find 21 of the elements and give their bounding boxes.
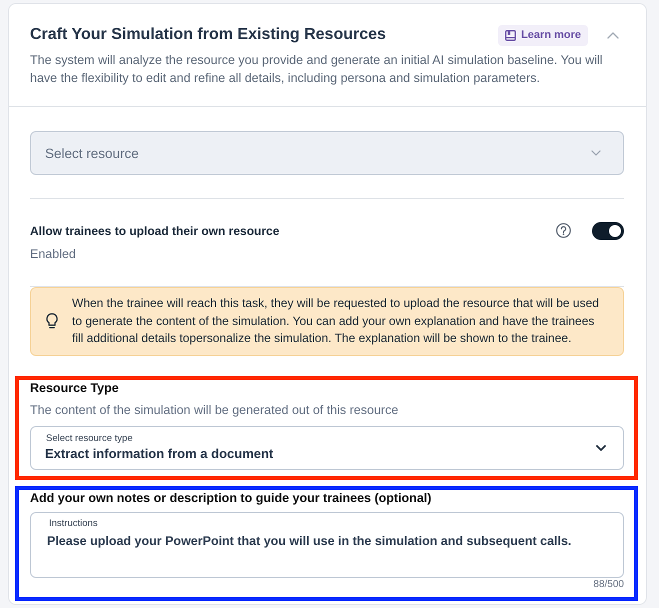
lightbulb-icon	[46, 313, 58, 330]
resource-type-select[interactable]: Select resource type Extract information from a document	[30, 426, 624, 470]
floating-label: Select resource type	[45, 432, 133, 444]
toggle-switch[interactable]	[592, 222, 624, 240]
section-subtitle: The content of the simulation will be generated out of this resource	[30, 402, 400, 418]
panel-title: Craft Your Simulation from Existing Resources	[30, 25, 387, 45]
learn-more-button[interactable]: Learn more	[498, 24, 588, 46]
section-title: Add your own notes or description to guide your trainees (optional)	[30, 490, 432, 506]
help-icon[interactable]	[556, 223, 571, 238]
info-text: When the trainee will reach this task, they will be requested to upload the resource that will be used to generate the content of the simulation. You can add your own explanation and have the trainees fill additional details topersonalize the simulation. The explanation will be shown to the trainee.	[72, 295, 600, 347]
setting-label: Allow trainees to upload their own resource	[30, 223, 280, 240]
resource-select[interactable]: Select resource	[30, 131, 624, 175]
book-icon	[505, 30, 516, 40]
instructions-field[interactable]: Instructions Please upload your PowerPoint that you will use in the simulation and subsequent calls.	[30, 512, 624, 578]
character-counter: 88/500	[593, 578, 624, 590]
floating-label: Instructions	[48, 518, 98, 530]
chevron-down-icon	[591, 150, 601, 156]
setting-status: Enabled	[30, 246, 76, 263]
section-title: Resource Type	[30, 380, 120, 396]
chevron-down-icon	[596, 444, 606, 450]
panel-description: The system will analyze the resource you provide and generate an initial AI simulation baseline. You will have the flexibility to edit and refine all details, including persona and simulation parameters.	[30, 52, 604, 87]
